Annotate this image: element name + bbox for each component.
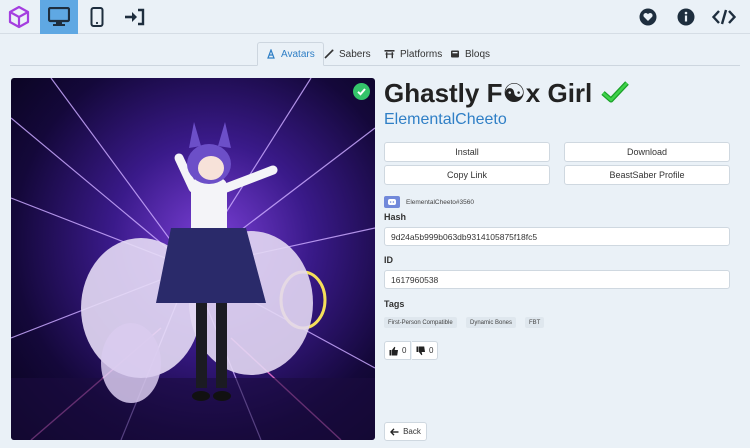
tags-label: Tags [384,299,405,309]
info-icon[interactable] [667,0,705,34]
beastsaber-profile-button[interactable]: BeastSaber Profile [564,165,730,185]
tab-platforms-label: Platforms [400,48,443,60]
bloq-icon [451,50,459,58]
item-title: Ghastly F☯x Girl [384,78,630,109]
mobile-icon[interactable] [78,0,116,34]
desktop-icon[interactable] [40,0,78,34]
sign-in-icon[interactable] [116,0,154,34]
hash-label: Hash [384,212,407,222]
discord-handle: ElementalCheeto#3560 [384,196,474,208]
copy-link-button[interactable]: Copy Link [384,165,550,185]
hash-field[interactable]: 9d24a5b999b063db9314105875f18fc5 [384,227,730,246]
discord-icon [384,196,400,208]
verified-check-icon [353,83,370,100]
avatar-icon [267,49,275,59]
upvote-button[interactable]: 0 [384,341,412,360]
tab-avatars-label: Avatars [281,48,315,60]
item-title-text: Ghastly F☯x Girl [384,78,593,108]
thumbs-up-icon [389,346,398,355]
tab-sabers-label: Sabers [339,48,371,60]
upvote-count: 0 [402,346,407,355]
install-button[interactable]: Install [384,142,550,162]
downvote-button[interactable]: 0 [412,341,439,360]
top-navbar [0,0,750,34]
tag-dynamic-bones: Dynamic Bones [466,317,517,328]
heart-icon[interactable] [629,0,667,34]
thumbs-down-icon [416,346,425,355]
avatar-preview-image [11,78,375,440]
id-field[interactable]: 1617960538 [384,270,730,289]
code-icon[interactable] [705,0,743,34]
big-check-icon [600,81,629,103]
tab-bloqs-label: Bloqs [465,48,491,60]
saber-icon [324,49,334,59]
tab-bloqs[interactable]: Bloqs [442,42,498,66]
platform-icon [384,50,395,59]
cube-logo-icon[interactable] [0,0,38,34]
download-button[interactable]: Download [564,142,730,162]
tag-first-person: First-Person Compatible [384,317,457,328]
author-link[interactable]: ElementalCheeto [384,111,507,129]
arrow-left-icon [390,427,399,436]
tag-fbt: FBT [525,317,545,328]
tab-avatars[interactable]: Avatars [257,42,324,66]
back-button-label: Back [403,427,421,436]
tab-sabers[interactable]: Sabers [316,42,379,66]
downvote-count: 0 [429,346,434,355]
discord-handle-text: ElementalCheeto#3560 [406,198,474,206]
back-button[interactable]: Back [384,422,427,441]
id-label: ID [384,255,393,265]
tab-platforms[interactable]: Platforms [376,42,450,66]
